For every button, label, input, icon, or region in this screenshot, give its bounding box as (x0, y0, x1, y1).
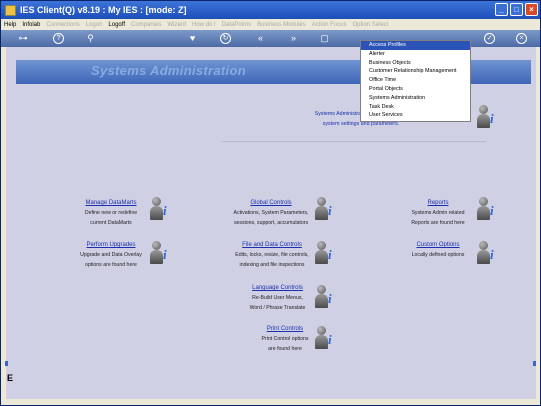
language-controls-info-icon[interactable]: i (314, 285, 336, 311)
dropdown-option-user-services[interactable]: User Services (361, 111, 470, 120)
key-icon[interactable]: ⊶ (15, 33, 31, 44)
perform-upgrades-info-icon[interactable]: i (149, 241, 171, 267)
close-button[interactable]: × (525, 3, 538, 16)
reports-info-icon[interactable]: i (476, 197, 498, 223)
menu-connections[interactable]: Connections (46, 22, 79, 28)
menu-help[interactable]: Help (4, 22, 16, 28)
dropdown-option-task-desk[interactable]: Task Desk (361, 103, 470, 112)
exit-icon[interactable]: × (516, 33, 527, 44)
side-tab[interactable]: E (7, 373, 15, 385)
section-perform-upgrades: Perform Upgrades Upgrade and Data Overla… (66, 240, 156, 270)
info-person-icon[interactable]: i (476, 105, 498, 131)
file-data-controls-desc-1: Edits, locks, resize, file controls, (235, 252, 309, 258)
dropdown-option-business-objects[interactable]: Business Objects (361, 59, 470, 68)
page-title: Systems Administration (91, 63, 246, 78)
reports-desc-1: Systems Admin related (411, 210, 465, 216)
language-controls-desc-1: Re-Build User Menus, (252, 295, 303, 301)
dropdown-option-access-profiles[interactable]: Access Profiles (361, 41, 470, 50)
maximize-button[interactable]: □ (510, 3, 523, 16)
menu-option-select[interactable]: Option Select (352, 22, 388, 28)
global-controls-info-icon[interactable]: i (314, 197, 336, 223)
language-controls-desc-2: Word / Phrase Translate (249, 305, 306, 311)
menu-action-focus[interactable]: Action Focus (312, 22, 347, 28)
reports-link[interactable]: Reports (398, 198, 478, 208)
print-controls-desc-2: are found here (268, 346, 302, 352)
file-data-controls-info-icon[interactable]: i (314, 241, 336, 267)
title-bar: IES Client(Q) v8.19 : My IES : [mode: Z]… (1, 1, 540, 19)
print-controls-desc-1: Print Control options (261, 336, 309, 342)
favorite-icon[interactable]: ♥ (187, 33, 198, 44)
perform-upgrades-desc-1: Upgrade and Data Overlay (80, 252, 142, 258)
section-print-controls: Print Controls Print Control options are… (251, 324, 319, 354)
app-window: IES Client(Q) v8.19 : My IES : [mode: Z]… (0, 0, 541, 406)
clipboard-icon[interactable]: ▢ (319, 33, 330, 44)
menu-bar: Help Infolab Connections Logon Logoff Co… (1, 19, 540, 30)
minimize-button[interactable]: _ (495, 3, 508, 16)
global-controls-desc-1: Activations, System Parameters, (233, 210, 309, 216)
right-scroll-marker[interactable] (533, 361, 536, 366)
manage-datamarts-desc-2: current DataMarts (90, 220, 132, 226)
file-data-controls-link[interactable]: File and Data Controls (225, 240, 319, 250)
global-controls-link[interactable]: Global Controls (223, 198, 319, 208)
menu-datapoints[interactable]: DataPoints (222, 22, 251, 28)
refresh-icon[interactable]: ↻ (220, 33, 231, 44)
menu-logoff[interactable]: Logoff (108, 22, 125, 28)
app-icon (5, 4, 16, 16)
section-language-controls: Language Controls Re-Build User Menus, W… (236, 283, 319, 313)
section-custom-options: Custom Options Locally defined options (398, 240, 478, 260)
section-reports: Reports Systems Admin related Reports ar… (398, 198, 478, 228)
forward-icon[interactable]: » (288, 33, 299, 44)
section-file-data-controls: File and Data Controls Edits, locks, res… (225, 240, 319, 270)
reports-desc-2: Reports are found here (411, 220, 465, 226)
dropdown-option-office-time[interactable]: Office Time (361, 76, 470, 85)
custom-options-link[interactable]: Custom Options (398, 240, 478, 250)
dropdown-option-alerter[interactable]: Alerter (361, 50, 470, 59)
left-scroll-marker[interactable] (5, 361, 8, 366)
dropdown-option-crm[interactable]: Customer Relationship Management (361, 67, 470, 76)
custom-options-info-icon[interactable]: i (476, 241, 498, 267)
menu-how-do-i[interactable]: How do I (192, 22, 216, 28)
window-controls: _ □ × (495, 3, 538, 16)
menu-companies[interactable]: Companies (131, 22, 161, 28)
window-title: IES Client(Q) v8.19 : My IES : [mode: Z] (20, 5, 187, 15)
language-controls-link[interactable]: Language Controls (236, 283, 319, 293)
divider (221, 141, 486, 142)
manage-datamarts-info-icon[interactable]: i (149, 197, 171, 223)
section-global-controls: Global Controls Activations, System Para… (223, 198, 319, 228)
menu-infolab[interactable]: Infolab (22, 22, 40, 28)
custom-options-desc-1: Locally defined options (411, 252, 465, 258)
global-controls-desc-2: sessions, support, accumulators (233, 220, 309, 226)
menu-business-modules[interactable]: Business Modules (257, 22, 306, 28)
back-icon[interactable]: « (255, 33, 266, 44)
menu-logon[interactable]: Logon (86, 22, 103, 28)
dropdown-option-systems-administration[interactable]: Systems Administration (361, 94, 470, 103)
manage-datamarts-desc-1: Define new or redefine (84, 210, 138, 216)
file-data-controls-desc-2: indexing and file inspections (239, 262, 305, 268)
ok-icon[interactable]: ✓ (484, 33, 495, 44)
search-icon[interactable]: ⚲ (85, 33, 96, 44)
print-controls-link[interactable]: Print Controls (251, 324, 319, 334)
section-manage-datamarts: Manage DataMarts Define new or redefine … (66, 198, 156, 228)
help-icon[interactable]: ? (53, 33, 64, 44)
menu-wizard[interactable]: Wizard (167, 22, 186, 28)
business-module-dropdown: Access Profiles Alerter Business Objects… (360, 40, 471, 122)
print-controls-info-icon[interactable]: i (314, 326, 336, 352)
perform-upgrades-link[interactable]: Perform Upgrades (66, 240, 156, 250)
manage-datamarts-link[interactable]: Manage DataMarts (66, 198, 156, 208)
perform-upgrades-desc-2: options are found here (85, 262, 137, 268)
dropdown-option-portal-objects[interactable]: Portal Objects (361, 85, 470, 94)
